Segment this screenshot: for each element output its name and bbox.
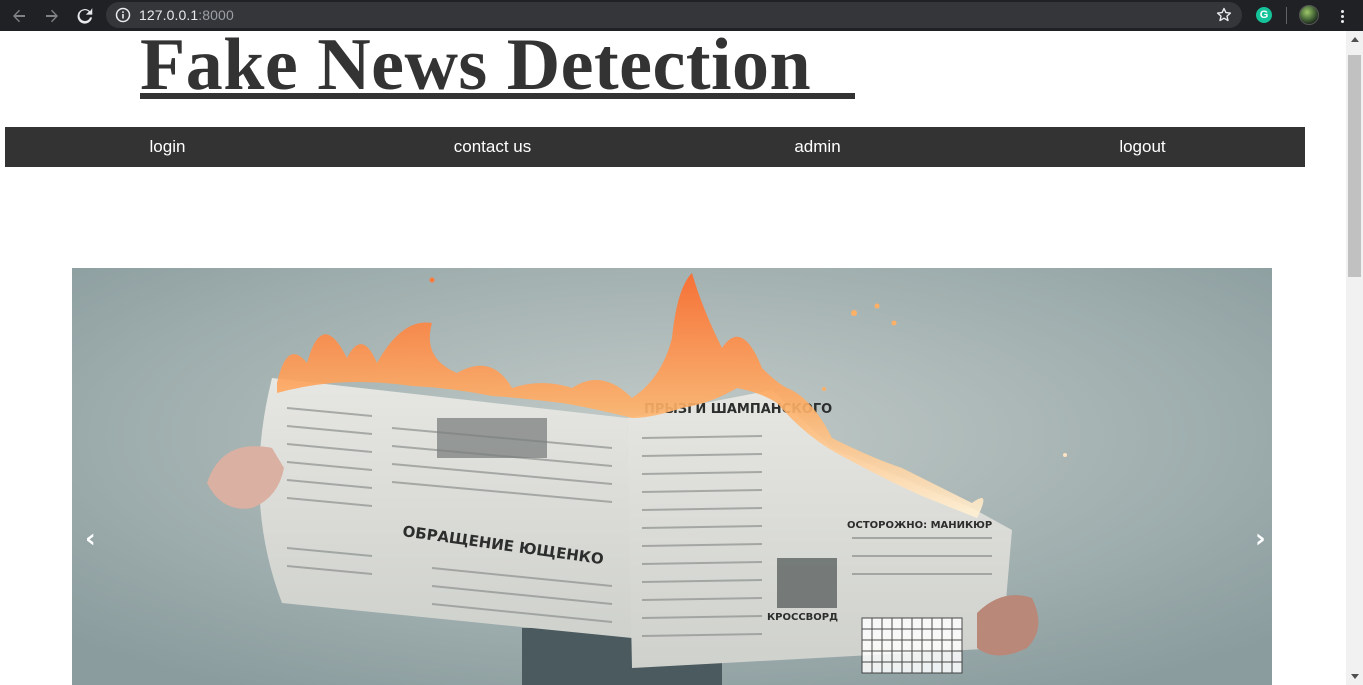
toolbar-divider bbox=[1286, 7, 1287, 24]
nav-contact-us[interactable]: contact us bbox=[330, 127, 655, 167]
newspaper-headline-right: ОСТОРОЖНО: МАНИКЮР bbox=[847, 520, 992, 531]
browser-toolbar: 127.0.0.1:8000 G bbox=[0, 0, 1363, 31]
url-text: 127.0.0.1:8000 bbox=[139, 7, 234, 23]
page-scrollbar[interactable] bbox=[1346, 31, 1363, 685]
nav-admin[interactable]: admin bbox=[655, 127, 980, 167]
url-port: :8000 bbox=[198, 7, 234, 23]
site-info-icon[interactable] bbox=[115, 7, 131, 23]
grammarly-extension-icon[interactable]: G bbox=[1256, 7, 1272, 23]
scrollbar-thumb[interactable] bbox=[1348, 55, 1361, 277]
carousel-prev-button[interactable]: ‹ bbox=[85, 524, 96, 554]
title-underline bbox=[140, 93, 855, 99]
nav-logout[interactable]: logout bbox=[980, 127, 1305, 167]
nav-login[interactable]: login bbox=[5, 127, 330, 167]
page-viewport: Fake News Detection login contact us adm… bbox=[0, 31, 1346, 685]
bookmark-star-icon[interactable] bbox=[1216, 7, 1232, 23]
reload-icon[interactable] bbox=[73, 4, 97, 28]
browser-menu-icon[interactable] bbox=[1334, 6, 1350, 26]
scroll-up-arrow-icon[interactable] bbox=[1346, 31, 1363, 48]
burning-newspaper-photo: ОБРАЩЕНИЕ ЮЩЕНКО ПРЫЗГИ ШАМПАНСКОГО ОСТО… bbox=[72, 268, 1272, 685]
newspaper-crossword-label: КРОССВОРД bbox=[767, 612, 838, 623]
url-host: 127.0.0.1 bbox=[139, 7, 199, 23]
profile-avatar[interactable] bbox=[1299, 5, 1319, 25]
forward-icon[interactable] bbox=[40, 4, 64, 28]
image-carousel: ОБРАЩЕНИЕ ЮЩЕНКО ПРЫЗГИ ШАМПАНСКОГО ОСТО… bbox=[72, 268, 1272, 685]
scroll-down-arrow-icon[interactable] bbox=[1346, 668, 1363, 685]
main-navbar: login contact us admin logout bbox=[5, 127, 1305, 167]
address-bar[interactable]: 127.0.0.1:8000 bbox=[106, 2, 1242, 28]
back-icon[interactable] bbox=[7, 4, 31, 28]
carousel-next-button[interactable]: › bbox=[1255, 524, 1266, 554]
